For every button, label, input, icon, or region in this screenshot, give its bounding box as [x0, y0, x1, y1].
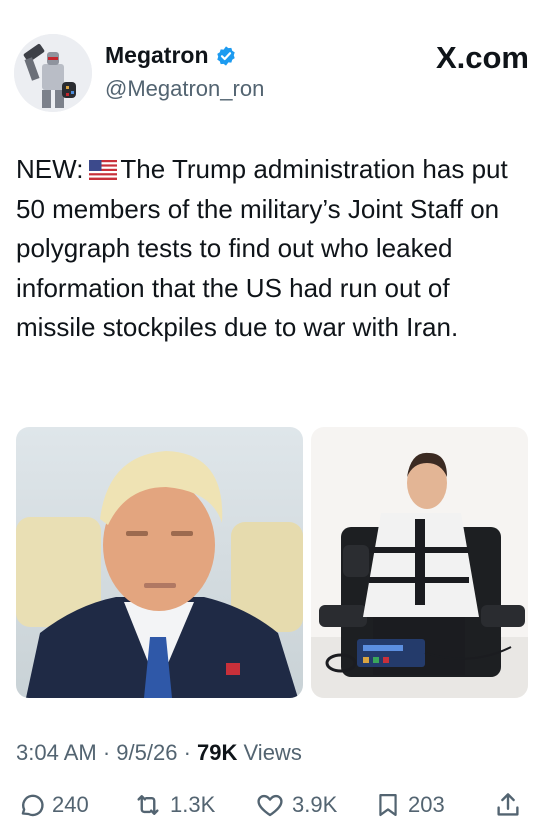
views-label: Views — [243, 740, 302, 765]
verified-badge-icon — [216, 45, 235, 66]
avatar[interactable] — [14, 34, 92, 112]
polygraph-test-photo — [311, 427, 528, 698]
user-handle[interactable]: @Megatron_ron — [105, 76, 264, 102]
x-brand-logo: X.com — [435, 40, 529, 75]
tweet-text: NEW: The Trump administration has put 50… — [16, 150, 528, 348]
tweet-media — [16, 427, 528, 698]
reply-button[interactable]: 240 — [16, 790, 89, 820]
heart-icon — [257, 794, 283, 817]
bookmark-count: 203 — [408, 792, 445, 817]
repost-button[interactable]: 1.3K — [132, 790, 215, 820]
tweet-lead: NEW: — [16, 154, 84, 184]
tweet-date[interactable]: 9/5/26 — [116, 740, 177, 765]
robot-avatar-icon — [14, 34, 92, 112]
bookmark-icon — [379, 793, 397, 817]
media-image-portrait[interactable] — [16, 427, 303, 698]
action-bar: 240 1.3K 3.9K 203 — [16, 790, 528, 830]
name-row: Megatron — [105, 42, 237, 69]
like-button[interactable]: 3.9K — [254, 790, 337, 820]
reply-icon — [21, 794, 44, 817]
views-count: 79K — [197, 740, 238, 765]
meta-separator: · — [102, 740, 111, 765]
like-count: 3.9K — [292, 792, 338, 817]
media-image-polygraph[interactable] — [311, 427, 528, 698]
us-flag-icon — [89, 160, 118, 180]
repost-icon — [137, 795, 159, 815]
tweet-body: The Trump administration has put 50 memb… — [16, 154, 508, 342]
tweet-meta: 3:04 AM · 9/5/26 · 79K Views — [16, 740, 302, 766]
reply-count: 240 — [52, 792, 89, 817]
share-icon — [497, 793, 519, 816]
bookmark-button[interactable]: 203 — [374, 790, 445, 820]
portrait-photo — [16, 427, 303, 698]
meta-separator: · — [183, 740, 191, 765]
repost-count: 1.3K — [170, 792, 216, 817]
share-button[interactable] — [493, 790, 523, 820]
display-name[interactable]: Megatron — [105, 42, 209, 69]
tweet-time[interactable]: 3:04 AM — [16, 740, 97, 765]
tweet-header: Megatron @Megatron_ron X.com — [14, 34, 529, 114]
